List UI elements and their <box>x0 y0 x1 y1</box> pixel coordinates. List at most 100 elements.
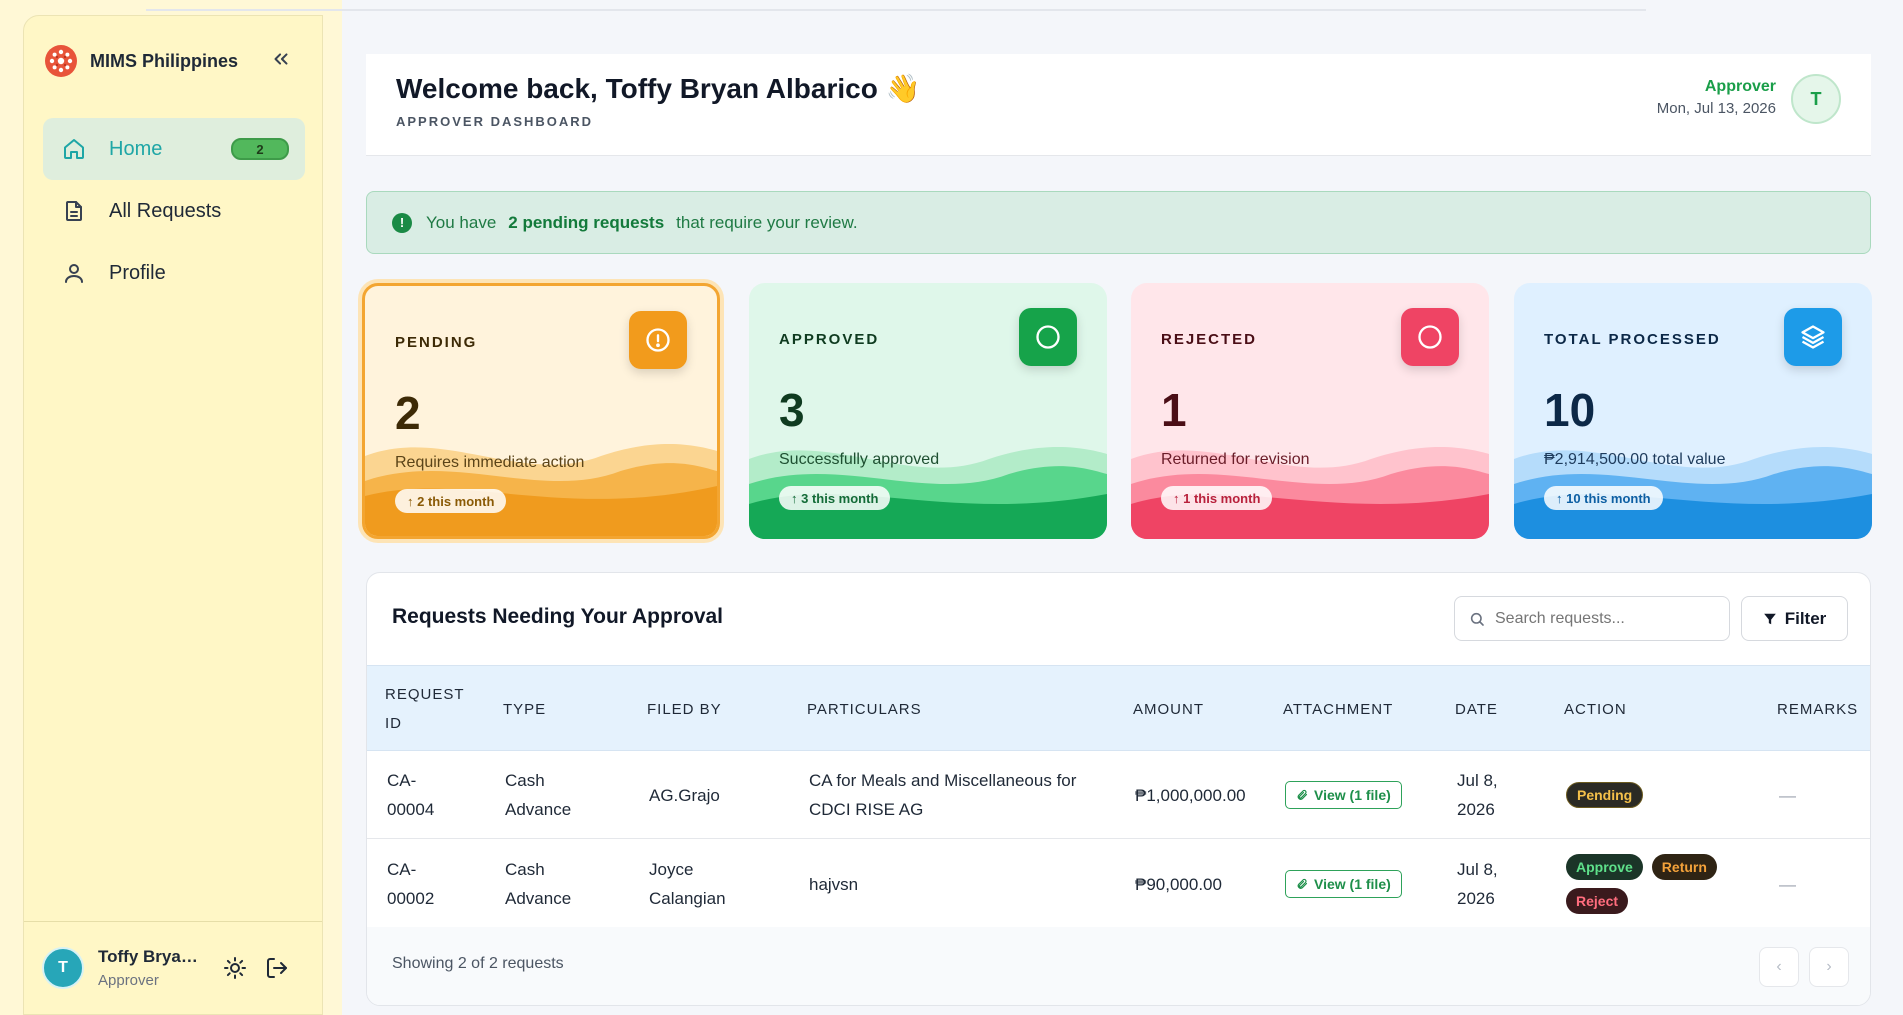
stat-card-total-processed[interactable]: TOTAL PROCESSED 10 ₱2,914,500.00 total v… <box>1514 283 1872 539</box>
cell-amount: ₱1,000,000.00 <box>1135 785 1246 805</box>
approved-icon-box <box>1019 308 1077 366</box>
filter-button[interactable]: Filter <box>1741 596 1848 641</box>
search-input[interactable] <box>1495 609 1715 628</box>
status-badge: Pending <box>1566 782 1644 808</box>
col-filed-by[interactable]: FILED BY <box>647 666 722 752</box>
cell-request-id: CA-00004 <box>387 771 435 819</box>
alert-icon: ! <box>392 212 412 233</box>
stat-label: REJECTED <box>1161 331 1258 348</box>
home-icon <box>61 136 87 162</box>
layers-icon <box>1801 325 1825 349</box>
sidebar: MIMS Philippines Home 2 All Requests Pro… <box>23 15 323 1015</box>
wave-decoration <box>365 444 717 536</box>
chevrons-left-icon <box>274 53 288 65</box>
cell-type: Cash Advance <box>505 860 572 908</box>
cell-action: Approve Return Reject <box>1566 839 1766 929</box>
prev-page-button[interactable]: ‹ <box>1759 947 1799 987</box>
header-avatar[interactable]: T <box>1791 74 1841 124</box>
collapse-sidebar-button[interactable] <box>268 46 294 72</box>
stat-value: 10 <box>1544 384 1596 436</box>
col-remarks[interactable]: REMARKS <box>1777 666 1858 752</box>
stat-trend-chip: ↑ 1 this month <box>1161 486 1273 510</box>
col-type[interactable]: TYPE <box>503 666 546 752</box>
user-avatar[interactable]: T <box>42 947 84 989</box>
stat-label: APPROVED <box>779 331 880 348</box>
top-divider <box>146 9 1646 11</box>
logout-button[interactable] <box>262 953 292 983</box>
col-attachment[interactable]: ATTACHMENT <box>1283 666 1393 752</box>
search-box <box>1454 596 1730 641</box>
sidebar-item-label: Profile <box>109 261 166 284</box>
cell-filed-by: AG.Grajo <box>649 785 720 805</box>
cell-attachment: View (1 file) <box>1285 751 1402 839</box>
pending-alert-banner: ! You have 2 pending requests that requi… <box>366 191 1871 254</box>
col-request-id[interactable]: REQUEST ID <box>385 666 465 752</box>
col-action[interactable]: ACTION <box>1564 666 1627 752</box>
return-button[interactable]: Return <box>1651 854 1717 880</box>
wave-decoration <box>1131 447 1489 539</box>
view-attachment-label: View (1 file) <box>1314 875 1391 892</box>
stat-card-approved[interactable]: APPROVED 3 Successfully approved ↑ 3 thi… <box>749 283 1107 539</box>
sidebar-item-all-requests[interactable]: All Requests <box>43 180 305 242</box>
filter-label: Filter <box>1784 608 1827 628</box>
pagination-summary: Showing 2 of 2 requests <box>392 955 564 972</box>
user-role: Approver <box>98 972 159 989</box>
wave-decoration <box>749 447 1107 539</box>
table-footer: Showing 2 of 2 requests ‹ › <box>367 927 1870 1005</box>
col-date[interactable]: DATE <box>1455 666 1498 752</box>
col-amount[interactable]: AMOUNT <box>1133 666 1204 752</box>
view-attachment-button[interactable]: View (1 file) <box>1285 781 1402 809</box>
sidebar-item-home[interactable]: Home 2 <box>43 118 305 180</box>
brand[interactable]: MIMS Philippines <box>44 44 238 78</box>
cell-remarks: — <box>1779 785 1796 805</box>
filter-icon <box>1763 613 1776 624</box>
col-particulars[interactable]: PARTICULARS <box>807 666 922 752</box>
stat-trend-chip: ↑ 2 this month <box>395 489 507 513</box>
reject-button[interactable]: Reject <box>1566 888 1629 914</box>
stat-description: Requires immediate action <box>395 454 585 471</box>
page-title: Welcome back, Toffy Bryan Albarico 👋 <box>396 73 921 104</box>
cell-particulars: hajvsn <box>809 874 859 894</box>
paperclip-icon <box>1297 878 1308 889</box>
cell-attachment: View (1 file) <box>1285 839 1402 929</box>
cell-date: Jul 8, 2026 <box>1457 860 1498 908</box>
table-row[interactable]: CA-00004 Cash Advance AG.Grajo CA for Me… <box>367 751 1870 839</box>
alert-suffix: that require your review. <box>676 212 858 232</box>
sidebar-user-panel: T Toffy Bryan Albarico Approver <box>24 921 322 1014</box>
stat-description: ₱2,914,500.00 total value <box>1544 451 1726 468</box>
stat-trend-chip: ↑ 3 this month <box>779 486 891 510</box>
stat-description: Successfully approved <box>779 451 940 468</box>
stat-value: 3 <box>779 384 805 436</box>
cell-remarks: — <box>1779 874 1796 894</box>
cell-amount: ₱90,000.00 <box>1135 874 1222 894</box>
view-attachment-label: View (1 file) <box>1314 786 1391 803</box>
view-attachment-button[interactable]: View (1 file) <box>1285 870 1402 898</box>
cell-particulars: CA for Meals and Miscellaneous for CDCI … <box>809 771 1077 819</box>
next-page-button[interactable]: › <box>1809 947 1849 987</box>
search-icon <box>1470 612 1484 626</box>
table-row[interactable]: CA-00002 Cash Advance Joyce Calangian ha… <box>367 839 1870 929</box>
user-meta: Toffy Bryan Albarico Approver <box>98 947 208 989</box>
alert-highlight: 2 pending requests <box>508 212 665 232</box>
info-clock-icon <box>646 328 670 352</box>
approve-button[interactable]: Approve <box>1566 854 1643 880</box>
sidebar-nav: Home 2 All Requests Profile <box>43 118 305 304</box>
sidebar-item-profile[interactable]: Profile <box>43 242 305 304</box>
alert-prefix: You have <box>426 212 497 232</box>
theme-toggle-button[interactable] <box>220 953 250 983</box>
document-icon <box>61 198 87 224</box>
total-icon-box <box>1784 308 1842 366</box>
stat-label: PENDING <box>395 334 478 351</box>
stat-card-rejected[interactable]: REJECTED 1 Returned for revision ↑ 1 thi… <box>1131 283 1489 539</box>
rejected-icon-box <box>1401 308 1459 366</box>
table-header: REQUEST ID TYPE FILED BY PARTICULARS AMO… <box>367 665 1870 751</box>
stat-card-pending[interactable]: PENDING 2 Requires immediate action ↑ 2 … <box>362 283 720 539</box>
check-circle-icon <box>1036 325 1060 349</box>
cell-date: Jul 8, 2026 <box>1457 771 1498 819</box>
logout-icon <box>267 958 287 978</box>
user-icon <box>61 260 87 286</box>
user-role-label: Approver <box>1704 78 1776 95</box>
current-date: Mon, Jul 13, 2026 <box>1656 100 1776 117</box>
table-title: Requests Needing Your Approval <box>392 605 724 628</box>
paperclip-icon <box>1297 789 1308 800</box>
